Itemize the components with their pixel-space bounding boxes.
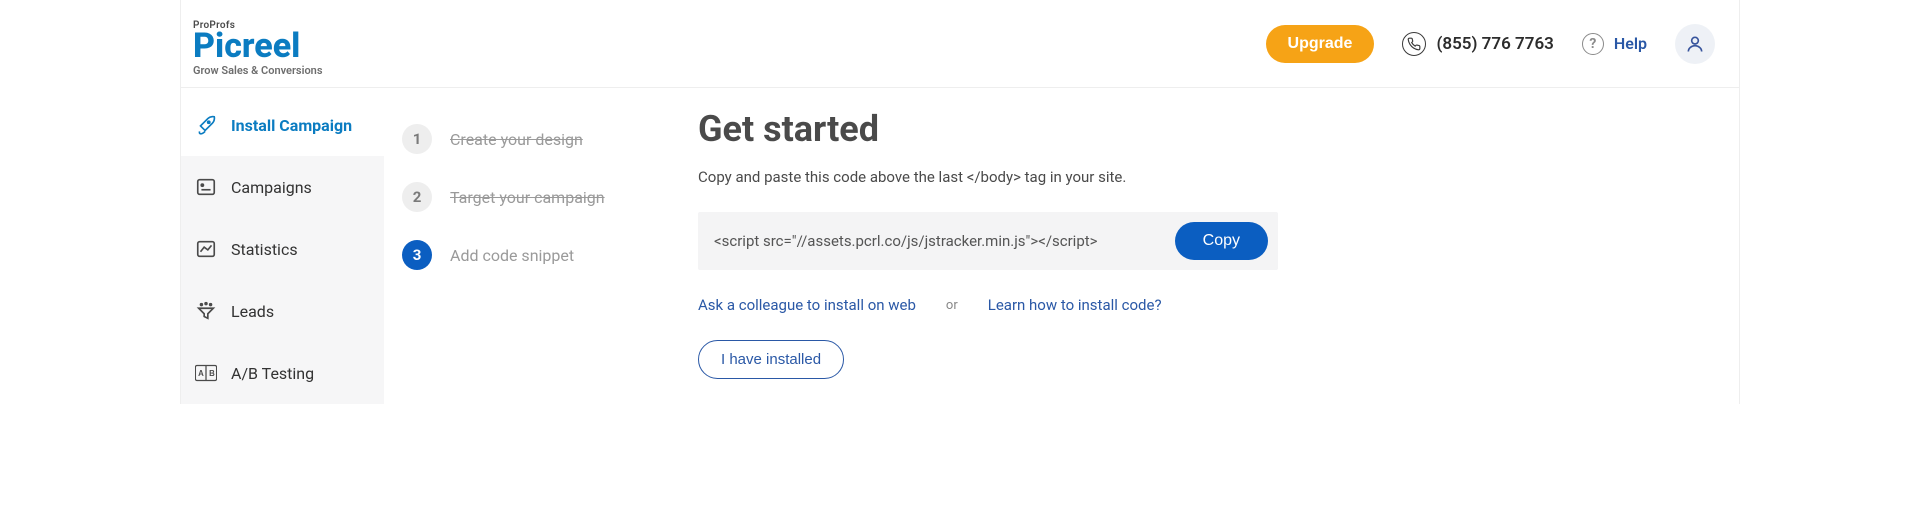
page-title: Get started — [698, 108, 1719, 150]
user-icon — [1685, 34, 1705, 54]
step-number: 2 — [402, 182, 432, 212]
step-number: 3 — [402, 240, 432, 270]
sidebar-item-label: Campaigns — [231, 178, 312, 197]
sidebar-item-label: A/B Testing — [231, 364, 314, 383]
statistics-icon — [195, 238, 217, 260]
help-links-row: Ask a colleague to install on web or Lea… — [698, 296, 1719, 314]
app-header: ProProfs Picreel Grow Sales & Conversion… — [180, 0, 1740, 88]
svg-text:A: A — [198, 369, 204, 378]
ab-testing-icon: AB — [195, 362, 217, 384]
code-snippet-text[interactable]: <script src="//assets.pcrl.co/js/jstrack… — [714, 232, 1098, 250]
main-panel: Get started Copy and paste this code abo… — [694, 88, 1739, 404]
sidebar-item-label: Install Campaign — [231, 116, 352, 135]
help-label: Help — [1614, 34, 1647, 53]
sidebar-item-label: Statistics — [231, 240, 298, 259]
sidebar-item-install-campaign[interactable]: Install Campaign — [181, 94, 384, 156]
link-learn-install[interactable]: Learn how to install code? — [988, 296, 1162, 314]
step-create-design[interactable]: 1 Create your design — [384, 110, 694, 168]
support-phone[interactable]: (855) 776 7763 — [1402, 32, 1553, 56]
sidebar-item-campaigns[interactable]: Campaigns — [181, 156, 384, 218]
avatar[interactable] — [1675, 24, 1715, 64]
step-label: Create your design — [450, 130, 583, 149]
i-have-installed-button[interactable]: I have installed — [698, 340, 844, 379]
help-link[interactable]: ? Help — [1582, 33, 1647, 55]
svg-text:B: B — [209, 369, 215, 378]
rocket-icon — [195, 114, 217, 136]
step-label: Add code snippet — [450, 246, 574, 265]
steps-list: 1 Create your design 2 Target your campa… — [384, 88, 694, 404]
copy-button[interactable]: Copy — [1175, 222, 1268, 260]
content-area: Install Campaign Campaigns Statistics Le… — [180, 88, 1740, 404]
sidebar-item-ab-testing[interactable]: AB A/B Testing — [181, 342, 384, 404]
code-snippet-bar: <script src="//assets.pcrl.co/js/jstrack… — [698, 212, 1278, 270]
phone-icon — [1402, 32, 1426, 56]
logo[interactable]: ProProfs Picreel Grow Sales & Conversion… — [181, 2, 322, 85]
step-label: Target your campaign — [450, 188, 605, 207]
sidebar-item-label: Leads — [231, 302, 274, 321]
link-ask-colleague[interactable]: Ask a colleague to install on web — [698, 296, 916, 314]
logo-main: Picreel — [193, 31, 322, 62]
campaigns-icon — [195, 176, 217, 198]
leads-icon — [195, 300, 217, 322]
page-description: Copy and paste this code above the last … — [698, 168, 1719, 186]
upgrade-button[interactable]: Upgrade — [1266, 25, 1375, 63]
header-actions: Upgrade (855) 776 7763 ? Help — [1266, 24, 1715, 64]
step-target-campaign[interactable]: 2 Target your campaign — [384, 168, 694, 226]
step-number: 1 — [402, 124, 432, 154]
help-icon: ? — [1582, 33, 1604, 55]
sidebar-item-leads[interactable]: Leads — [181, 280, 384, 342]
phone-number: (855) 776 7763 — [1436, 34, 1553, 54]
sidebar-item-statistics[interactable]: Statistics — [181, 218, 384, 280]
or-separator: or — [946, 298, 958, 313]
logo-tagline: Grow Sales & Conversions — [193, 64, 322, 77]
step-add-code-snippet[interactable]: 3 Add code snippet — [384, 226, 694, 284]
sidebar: Install Campaign Campaigns Statistics Le… — [181, 88, 384, 404]
